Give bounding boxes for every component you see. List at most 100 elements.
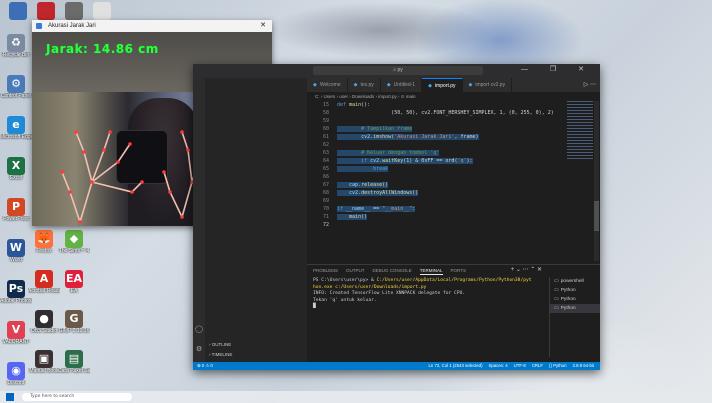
- line-number: 66: [322, 174, 329, 180]
- desktop-icon-label: Microsoft Edge: [0, 134, 32, 140]
- code-text: cv2.destroyAllWindows(): [337, 190, 419, 196]
- code-line: 58 (50, 50), cv2.FONT_HERSHEY_SIMPLEX, 1…: [307, 109, 567, 117]
- terminal-instance-label: powershell: [560, 279, 584, 284]
- scrollbar-thumb[interactable]: [594, 201, 599, 231]
- terminal-text: Tekan 'q' untuk keluar.: [313, 297, 377, 303]
- desktop-icon[interactable]: G GIMP 2.10.36: [58, 310, 90, 334]
- terminal-text: █: [313, 304, 316, 309]
- desktop-icon-label: Manual Book: [29, 368, 59, 374]
- code-text: break: [337, 166, 389, 172]
- command-center-search[interactable]: ⌕ py: [313, 66, 483, 75]
- panel-actions[interactable]: + ⌄ ⋯ ⌃ ✕: [511, 266, 542, 273]
- code-token: imshow: [373, 134, 392, 140]
- tab-tes-py[interactable]: ◆ tes.py: [347, 78, 381, 92]
- code-text: (50, 50), cv2.FONT_HERSHEY_SIMPLEX, 1, (…: [337, 110, 554, 116]
- line-number: 67: [322, 182, 329, 188]
- code-text: if __name__ == "__main__":: [337, 206, 416, 212]
- close-icon[interactable]: ✕: [260, 20, 266, 32]
- python-file-icon: ◆: [468, 82, 473, 88]
- line-number: 72: [322, 222, 329, 228]
- desktop-icon[interactable]: ◆ The Sims™ 4: [58, 230, 90, 254]
- code-token: main: [349, 102, 362, 108]
- status-item[interactable]: UTF-8: [514, 363, 526, 368]
- panel-tab-problems[interactable]: PROBLEMS: [313, 268, 338, 273]
- desktop-icon[interactable]: A Acrobat Reader: [28, 270, 60, 294]
- desktop-icon[interactable]: ● OBS Studio: [28, 310, 60, 334]
- minimap[interactable]: [567, 101, 593, 161]
- panel-tab-ports[interactable]: PORTS: [451, 268, 466, 273]
- taskbar-search-placeholder: Type here to search: [30, 394, 75, 399]
- desktop-icon[interactable]: [86, 2, 118, 20]
- desktop-icon[interactable]: P PowerPoint: [0, 198, 32, 222]
- camera-window-titlebar[interactable]: Akurasi Jarak Jari ✕: [32, 20, 272, 32]
- code-line: 64 if cv2.waitKey(1) & 0xFF == ord('q'):: [307, 157, 567, 165]
- status-item[interactable]: Spaces: 4: [489, 363, 508, 368]
- app-icon: EA: [65, 270, 83, 288]
- gear-icon[interactable]: ⚙: [195, 346, 203, 354]
- desktop-icon[interactable]: X Excel: [0, 157, 32, 181]
- terminal-instance-label: Python: [560, 288, 576, 293]
- app-icon: X: [7, 157, 25, 175]
- code-text: if cv2.waitKey(1) & 0xFF == ord('q'):: [337, 158, 473, 164]
- code-line: 70 if __name__ == "__main__":: [307, 205, 567, 213]
- problems-status[interactable]: ⊗ 0 ⚠ 0: [197, 362, 213, 370]
- code-token: def: [337, 102, 350, 108]
- desktop-icon-label: Word: [10, 257, 22, 263]
- desktop-icon[interactable]: 🦊 Firefox: [28, 230, 60, 254]
- tab-welcome[interactable]: ◆ Welcome: [307, 78, 348, 92]
- panel-tab-terminal[interactable]: TERMINAL: [419, 268, 443, 275]
- breadcrumb[interactable]: C: › Users › user › Downloads › import.p…: [307, 92, 600, 101]
- window-controls[interactable]: — ❐ ✕: [521, 65, 594, 73]
- editor-scrollbar[interactable]: [594, 101, 599, 261]
- terminal-list: ▭ powershell ▭ Python ▭ Python ▭ Python: [549, 277, 600, 357]
- desktop-icon[interactable]: ▣ Manual Book: [28, 350, 60, 374]
- code-line: 59: [307, 117, 567, 125]
- desktop-icon-label: Discord: [7, 380, 25, 386]
- taskbar-search[interactable]: Type here to search: [22, 393, 132, 401]
- start-button[interactable]: [6, 393, 14, 401]
- desktop-icon[interactable]: ♻ Recycle Bin: [0, 34, 32, 58]
- terminal-instance[interactable]: ▭ Python: [550, 286, 600, 295]
- outline-section[interactable]: › OUTLINE: [209, 342, 231, 347]
- status-item[interactable]: Ln 72, Col 1 (2543 selected): [429, 363, 483, 368]
- distance-readout: Jarak: 14.86 cm: [46, 42, 159, 56]
- terminal-instance[interactable]: ▭ Python: [550, 304, 600, 313]
- desktop-icon[interactable]: ⚙ Control Panel: [0, 75, 32, 99]
- panel-tab-output[interactable]: OUTPUT: [346, 268, 365, 273]
- code-line: 62: [307, 141, 567, 149]
- app-icon: ●: [35, 310, 53, 328]
- status-item[interactable]: 3.8.9 64-bit: [573, 363, 595, 368]
- desktop-icon[interactable]: e Microsoft Edge: [0, 116, 32, 140]
- tab-label: import cv2.py: [475, 82, 506, 88]
- run-button[interactable]: ▷ ⋯: [584, 78, 596, 92]
- terminal-output[interactable]: PS C:\Users\user\py> & C:/Users/user/App…: [313, 278, 537, 311]
- app-icon: [9, 2, 27, 20]
- tab-import-cv2-py[interactable]: ◆ import cv2.py: [462, 78, 513, 92]
- tab-untitled-1[interactable]: ◆ Untitled-1: [380, 78, 423, 92]
- desktop-icon-label: PowerPoint: [3, 216, 29, 222]
- status-item[interactable]: {} Python: [549, 363, 566, 368]
- app-icon: ♻: [7, 34, 25, 52]
- vscode-titlebar[interactable]: ⌕ py — ❐ ✕: [193, 64, 600, 78]
- timeline-section[interactable]: › TIMELINE: [209, 352, 232, 357]
- terminal-instance-label: Python: [560, 297, 576, 302]
- panel-tab-debug-console[interactable]: DEBUG CONSOLE: [373, 268, 412, 273]
- desktop-icon[interactable]: ▤Cara Paket Saran: [58, 350, 90, 374]
- status-item[interactable]: CRLF: [532, 363, 543, 368]
- app-icon: V: [7, 321, 25, 339]
- terminal-instance[interactable]: ▭ powershell: [550, 277, 600, 286]
- desktop-icon[interactable]: EA EA: [58, 270, 90, 294]
- tab-label: Welcome: [319, 82, 341, 88]
- line-number: 65: [322, 166, 329, 172]
- account-icon[interactable]: ◯: [195, 326, 203, 334]
- desktop-icon-label: Firefox: [36, 248, 52, 254]
- vscode-window[interactable]: ⌕ py — ❐ ✕ ◯ ⚙ › OUTLINE › TIMELINE ◆ Wel…: [193, 64, 600, 370]
- code-token: (50, 50), cv2.FONT_HERSHEY_SIMPLEX, 1, (…: [337, 110, 554, 116]
- tab-import-py[interactable]: ◆ import.py: [422, 78, 463, 93]
- panel-tab-strip: PROBLEMS OUTPUT DEBUG CONSOLE TERMINAL PORTS: [313, 268, 474, 275]
- terminal-instance[interactable]: ▭ Python: [550, 295, 600, 304]
- app-icon: ▣: [35, 350, 53, 368]
- code-token: if: [337, 206, 347, 212]
- line-number: 64: [322, 158, 329, 164]
- code-editor[interactable]: 15 def main(): 58 (50, 50), cv2.FONT_HERSH…: [307, 101, 567, 261]
